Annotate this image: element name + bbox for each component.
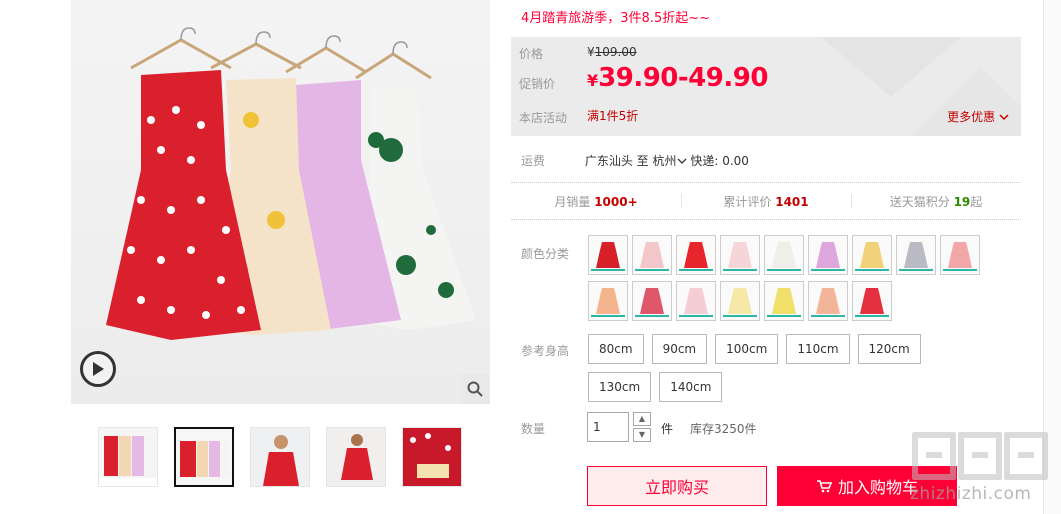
color-swatch-lilac[interactable] [808,235,848,275]
color-swatch-pink[interactable] [632,235,672,275]
main-product-image[interactable] [71,0,490,404]
quantity-increase-button[interactable]: ▲ [633,412,651,426]
color-swatch-orange-floral[interactable] [588,281,628,321]
buy-now-button[interactable]: 立即购买 [587,466,767,506]
color-swatch-lemon[interactable] [764,281,804,321]
thumbnail-1[interactable] [98,427,158,487]
thumbnail-5[interactable] [402,427,462,487]
shipping-from: 广东汕头 [584,154,633,168]
stock-count: 库存3250件 [690,422,757,436]
size-option-90cm[interactable]: 90cm [651,334,708,364]
color-swatch-white-floral[interactable] [764,235,804,275]
shipping-destination[interactable]: 杭州 [653,154,687,168]
chevron-down-icon [999,114,1009,121]
size-options: 80cm 90cm 100cm 110cm 120cm 130cm 140cm [588,334,968,402]
color-swatch-cream-yellow[interactable] [720,281,760,321]
magnifier-icon [467,381,483,397]
thumbnail-strip [98,427,462,487]
orig-price: ¥109.00 [587,45,637,59]
color-swatch-rose[interactable] [632,281,672,321]
color-swatch-yellow-floral[interactable] [852,235,892,275]
orig-price-label: 价格 [519,47,544,61]
color-swatch-red-polka[interactable] [588,235,628,275]
cart-icon [816,480,832,493]
watermark: zhizhizhi.com [910,432,1060,514]
express-fee: 快递: 0.00 [690,154,749,168]
thumbnail-3[interactable] [250,427,310,487]
size-option-130cm[interactable]: 130cm [588,372,652,402]
quantity-unit: 件 [661,422,674,436]
size-option-120cm[interactable]: 120cm [857,334,921,364]
monthly-sales: 月销量 1000+ [554,194,638,209]
color-swatch-blush[interactable] [676,281,716,321]
tmall-points: 送天猫积分 19起 [851,193,1021,210]
thumbnail-2[interactable] [174,427,234,487]
shipping-row: 运费 广东汕头 至 杭州 快递: 0.00 [521,152,749,169]
size-label: 参考身高 [521,344,570,358]
size-option-140cm[interactable]: 140cm [659,372,723,402]
dresses-illustration [106,27,476,340]
price-panel: 价格 ¥109.00 促销价 ¥39.90-49.90 本店活动 满1件5折 更… [511,37,1021,136]
stats-bar: 月销量 1000+ 累计评价 1401 送天猫积分 19起 [511,182,1021,220]
shipping-label: 运费 [521,154,546,168]
play-icon [93,362,104,376]
color-swatch-coral[interactable] [940,235,980,275]
product-title-cropped [521,0,1001,2]
activity-label: 本店活动 [519,111,568,125]
size-option-100cm[interactable]: 100cm [715,334,779,364]
more-offers-link[interactable]: 更多优惠 [947,108,1009,125]
color-swatches [588,235,1008,321]
quantity-label: 数量 [521,422,546,436]
promo-price: ¥39.90-49.90 [587,63,768,93]
product-page: 4月踏青旅游季，3件8.5折起~~ 价格 ¥109.00 促销价 ¥39.90-… [0,0,1061,514]
promo-text: 4月踏青旅游季，3件8.5折起~~ [521,11,711,26]
quantity-input[interactable] [587,412,629,442]
watermark-logo [912,432,1048,480]
play-video-button[interactable] [80,351,116,387]
quantity-decrease-button[interactable]: ▼ [633,428,651,442]
color-swatch-red-bright[interactable] [676,235,716,275]
color-swatch-light-pink[interactable] [720,235,760,275]
thumbnail-4[interactable] [326,427,386,487]
watermark-url: zhizhizhi.com [910,484,1032,504]
size-option-110cm[interactable]: 110cm [786,334,850,364]
add-to-cart-label: 加入购物车 [837,478,918,497]
size-option-80cm[interactable]: 80cm [588,334,644,364]
activity-value: 满1件5折 [587,109,639,123]
color-swatch-peach-floral[interactable] [808,281,848,321]
zoom-button[interactable] [460,374,490,404]
color-label: 颜色分类 [521,247,570,261]
promo-price-label: 促销价 [519,77,556,91]
color-swatch-gray-plaid[interactable] [896,235,936,275]
total-reviews[interactable]: 累计评价 1401 [681,193,851,210]
color-swatch-red-ruffle[interactable] [852,281,892,321]
chevron-down-icon [677,158,686,164]
shipping-to-word: 至 [636,154,649,168]
